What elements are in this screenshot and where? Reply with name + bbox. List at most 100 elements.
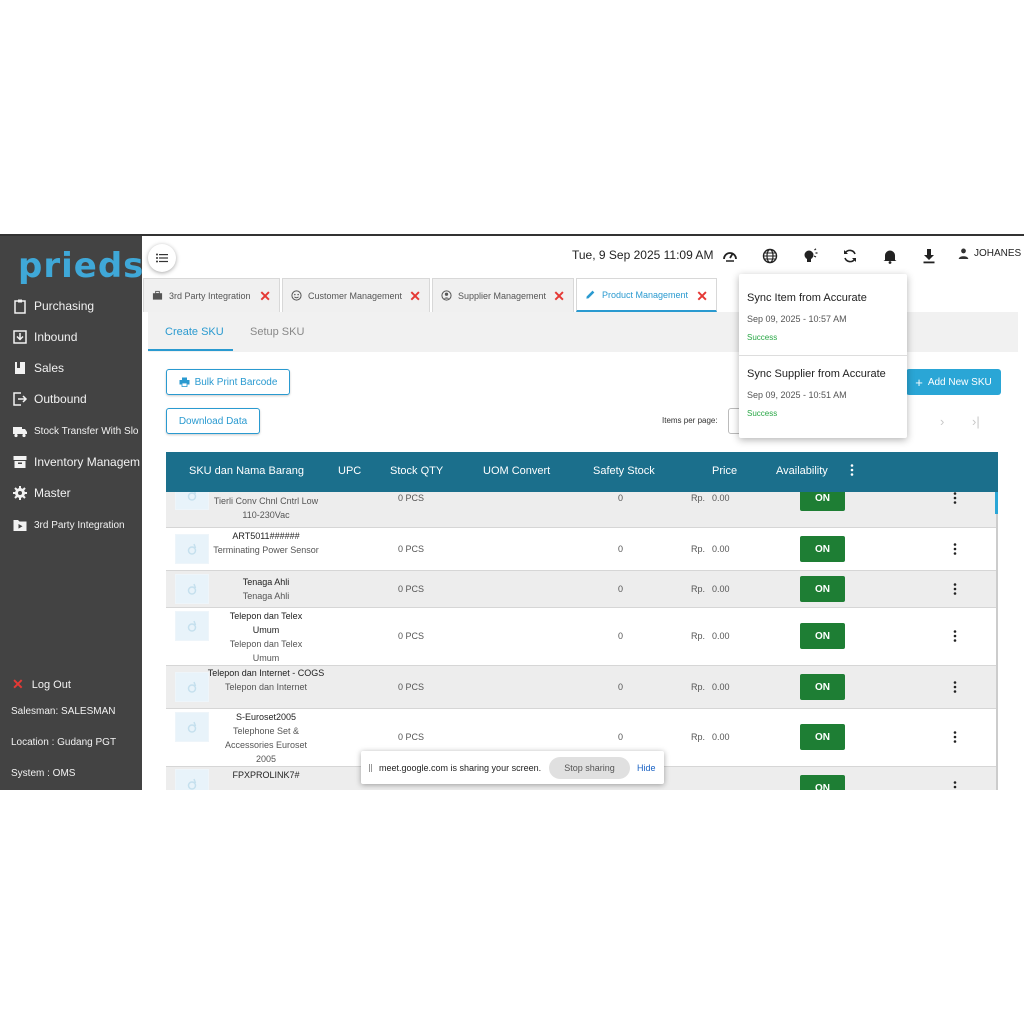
- tab-supplier-management[interactable]: Supplier Management ✕: [432, 278, 574, 312]
- sku-description: Telepon dan Telex Umum: [229, 639, 303, 663]
- tab-customer-management[interactable]: Customer Management ✕: [282, 278, 430, 312]
- row-actions-button[interactable]: [950, 492, 960, 506]
- sku-code: FPXPROLINK7#: [232, 770, 300, 780]
- sidebar-item-inventory[interactable]: Inventory Managem: [0, 449, 142, 475]
- salesman-info: Salesman: SALESMAN: [11, 706, 116, 717]
- exit-icon: [13, 392, 28, 406]
- inbox-download-icon: [13, 330, 27, 344]
- hide-button[interactable]: Hide: [637, 763, 656, 773]
- download-data-button[interactable]: Download Data: [166, 408, 260, 434]
- sku-name-cell: 00 Tierli Conv Chnl Cntrl Low 110-230Vac: [206, 492, 326, 522]
- sidebar-item-3rd-party[interactable]: 3rd Party Integration: [0, 512, 142, 538]
- table-scroll-track[interactable]: [996, 492, 998, 790]
- column-header-stock[interactable]: Stock QTY: [390, 465, 443, 477]
- availability-toggle[interactable]: ON: [800, 536, 845, 562]
- notification-date: Sep 09, 2025 - 10:57 AM: [747, 314, 847, 324]
- book-icon: [15, 362, 25, 374]
- drag-handle-icon[interactable]: [369, 764, 372, 772]
- row-actions-button[interactable]: [950, 679, 960, 695]
- column-header-safety[interactable]: Safety Stock: [593, 465, 655, 477]
- row-actions-button[interactable]: [950, 779, 960, 790]
- availability-toggle[interactable]: ON: [800, 724, 845, 750]
- product-image: [175, 611, 209, 641]
- close-icon[interactable]: ✕: [553, 289, 565, 303]
- sync-icon: [844, 249, 856, 263]
- column-menu-button[interactable]: [850, 464, 854, 479]
- row-actions-button[interactable]: [950, 729, 960, 745]
- menu-toggle-button[interactable]: [148, 244, 176, 272]
- next-page-button[interactable]: ›: [940, 414, 944, 429]
- download-button[interactable]: [919, 246, 939, 266]
- currency-cell: Rp.: [691, 584, 706, 594]
- safety-stock-cell: 0: [618, 732, 624, 742]
- table-row[interactable]: ART5011###### Terminating Power Sensor 0…: [166, 528, 998, 571]
- table-row[interactable]: Telepon dan Internet - COGS Telepon dan …: [166, 666, 998, 709]
- sku-code: Telepon dan Internet - COGS: [207, 668, 325, 678]
- table-scrollbar-thumb[interactable]: [995, 492, 998, 514]
- column-header-sku[interactable]: SKU dan Nama Barang: [189, 465, 304, 477]
- sidebar-item-master[interactable]: Master: [0, 480, 142, 506]
- last-page-button[interactable]: ›|: [972, 414, 980, 429]
- sync-button[interactable]: [840, 246, 860, 266]
- subtab-create-sku[interactable]: Create SKU: [165, 326, 224, 338]
- user-menu[interactable]: JOHANES: [958, 248, 1021, 259]
- row-actions-button[interactable]: [950, 581, 960, 597]
- dashboard-gauge-button[interactable]: [720, 246, 740, 266]
- availability-toggle[interactable]: ON: [800, 775, 845, 790]
- row-actions-button[interactable]: [950, 628, 960, 644]
- add-new-sku-button[interactable]: + Add New SKU: [906, 369, 1001, 395]
- sidebar-item-sales[interactable]: Sales: [0, 355, 142, 381]
- person-icon: [958, 248, 969, 259]
- sidebar-item-label: Stock Transfer With Slo: [34, 425, 139, 437]
- sidebar-item-stock-transfer[interactable]: Stock Transfer With Slo: [0, 418, 142, 444]
- column-header-price[interactable]: Price: [712, 465, 737, 477]
- availability-toggle[interactable]: ON: [800, 576, 845, 602]
- currency-cell: Rp.: [691, 682, 706, 692]
- safety-stock-cell: 0: [618, 584, 624, 594]
- sidebar-item-purchasing[interactable]: Purchasing: [0, 293, 142, 319]
- table-row[interactable]: Telepon dan Telex Umum Telepon dan Telex…: [166, 608, 998, 666]
- notification-item[interactable]: Sync Supplier from Accurate Sep 09, 2025…: [739, 350, 907, 426]
- tab-product-management[interactable]: Product Management ✕: [576, 278, 717, 312]
- table-row[interactable]: 00 Tierli Conv Chnl Cntrl Low 110-230Vac…: [166, 492, 998, 528]
- truck-icon: [13, 427, 27, 438]
- play-folder-icon: [13, 520, 27, 531]
- items-per-page-label: Items per page:: [662, 416, 718, 425]
- availability-toggle[interactable]: ON: [800, 623, 845, 649]
- archive-icon: [13, 456, 27, 468]
- availability-toggle[interactable]: ON: [800, 492, 845, 511]
- tips-button[interactable]: [800, 246, 820, 266]
- gear-icon: [13, 486, 27, 500]
- column-header-upc[interactable]: UPC: [338, 465, 361, 477]
- notifications-button[interactable]: [880, 246, 900, 266]
- tab-label: Product Management: [602, 289, 689, 300]
- stock-qty-cell: 0 PCS: [398, 682, 425, 692]
- notification-item[interactable]: Sync Item from Accurate Sep 09, 2025 - 1…: [739, 274, 907, 350]
- bulk-print-barcode-button[interactable]: Bulk Print Barcode: [166, 369, 290, 395]
- subtab-setup-sku[interactable]: Setup SKU: [250, 326, 304, 338]
- language-button[interactable]: [760, 246, 780, 266]
- plus-icon: +: [915, 374, 923, 390]
- close-icon[interactable]: ✕: [409, 289, 421, 303]
- tab-3rd-party-integration[interactable]: 3rd Party Integration ✕: [143, 278, 280, 312]
- share-message: meet.google.com is sharing your screen.: [379, 763, 542, 773]
- availability-toggle[interactable]: ON: [800, 674, 845, 700]
- sidebar-item-outbound[interactable]: Outbound: [0, 386, 142, 412]
- notification-title: Sync Item from Accurate: [747, 292, 867, 304]
- clipboard-icon: [14, 299, 26, 314]
- close-icon[interactable]: ✕: [696, 289, 708, 303]
- close-icon: ✕: [12, 676, 24, 692]
- column-header-uom[interactable]: UOM Convert: [483, 465, 550, 477]
- table-row[interactable]: Tenaga Ahli Tenaga Ahli 0 PCS 0 Rp. 0.00…: [166, 571, 998, 608]
- logout-button[interactable]: ✕ Log Out: [12, 676, 71, 693]
- sidebar-item-label: Purchasing: [34, 299, 95, 313]
- stop-sharing-button[interactable]: Stop sharing: [549, 757, 630, 779]
- row-actions-button[interactable]: [950, 541, 960, 557]
- close-icon[interactable]: ✕: [259, 289, 271, 303]
- column-header-availability[interactable]: Availability: [776, 465, 828, 477]
- image-placeholder-icon: [187, 721, 197, 733]
- sidebar-item-inbound[interactable]: Inbound: [0, 324, 142, 350]
- app-logo[interactable]: prieds: [18, 246, 144, 286]
- sku-name-cell: Tenaga Ahli Tenaga Ahli: [206, 575, 326, 603]
- sidebar-item-label: Master: [34, 486, 71, 500]
